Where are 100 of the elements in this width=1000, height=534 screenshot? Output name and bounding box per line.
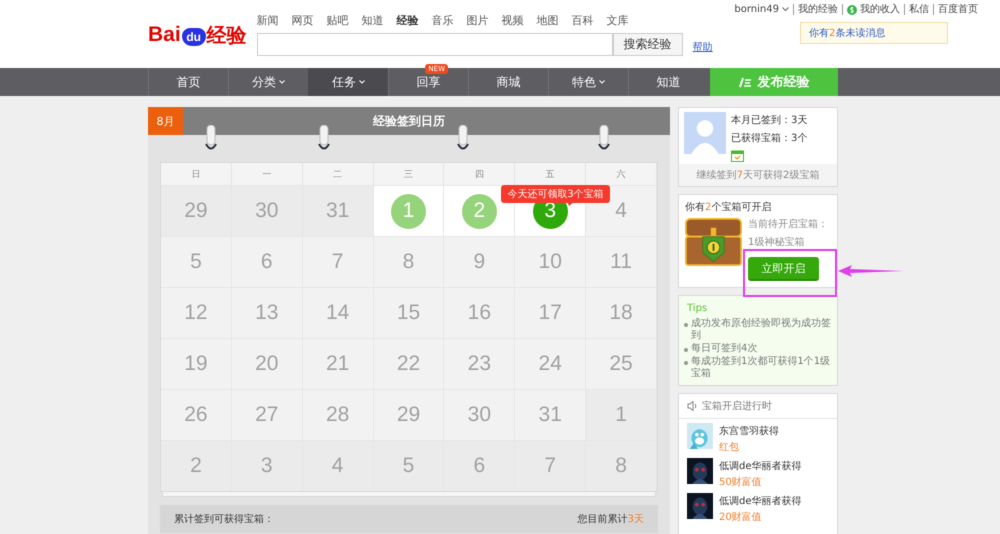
- calendar-day[interactable]: 6: [260, 250, 273, 274]
- calendar-day[interactable]: 4: [332, 454, 344, 478]
- calendar-day[interactable]: 5: [402, 454, 414, 478]
- caret-icon: [599, 80, 605, 84]
- calendar-day[interactable]: 30: [255, 199, 278, 223]
- tip-text: 每日可签到4次: [691, 343, 758, 355]
- calendar-day[interactable]: 11: [610, 250, 632, 274]
- notification-popup[interactable]: 你有2条未读消息: [800, 22, 948, 44]
- reward-text: 20财富值: [719, 510, 763, 524]
- calendar-day[interactable]: 7: [332, 250, 344, 274]
- calendar-day[interactable]: 18: [609, 301, 633, 325]
- open-button[interactable]: 立即开启: [748, 257, 819, 281]
- calendar-day[interactable]: 10: [538, 250, 562, 274]
- calendar-day[interactable]: 3: [260, 454, 273, 478]
- calendar-day[interactable]: 31: [326, 199, 350, 223]
- product-link[interactable]: 贴吧: [326, 13, 349, 28]
- calendar-day[interactable]: 12: [184, 301, 208, 325]
- bullet-icon: [684, 323, 688, 327]
- coin-icon: [847, 4, 857, 14]
- calendar-day[interactable]: 7: [544, 454, 556, 478]
- calendar-day[interactable]: 15: [396, 301, 420, 325]
- calendar-day[interactable]: 22: [396, 352, 420, 376]
- sign-in-hint: 继续签到7天可获得2级宝箱: [679, 164, 837, 186]
- publish-button[interactable]: 发布经验: [710, 68, 838, 96]
- reward-text: 红包: [719, 441, 740, 454]
- caret-icon: [359, 80, 365, 84]
- product-link[interactable]: 新闻: [256, 13, 279, 28]
- product-link[interactable]: 图片: [466, 13, 489, 28]
- speaker-icon: [687, 401, 698, 411]
- product-link[interactable]: 地图: [536, 13, 559, 28]
- tooltip-pointer-icon: [567, 201, 576, 206]
- nav-tab[interactable]: 知道: [628, 68, 708, 96]
- calendar-day[interactable]: 21: [326, 352, 350, 376]
- calendar-day[interactable]: 23: [468, 352, 492, 376]
- search-field[interactable]: [256, 33, 613, 56]
- calendar-day[interactable]: 8: [615, 454, 627, 478]
- user-link[interactable]: 我的经验: [793, 4, 842, 15]
- chest-name: 1级神秘宝箱: [748, 236, 806, 249]
- user-link[interactable]: 百度首页: [933, 4, 982, 15]
- signed-day[interactable]: 1: [390, 194, 426, 228]
- product-link[interactable]: 百科: [572, 13, 594, 28]
- product-link[interactable]: 网页: [292, 13, 314, 28]
- calendar-day[interactable]: 29: [184, 199, 208, 223]
- product-link[interactable]: 经验: [396, 13, 419, 28]
- nav-tab[interactable]: 特色: [548, 68, 628, 96]
- weekday-label: 四: [474, 168, 484, 180]
- calendar-day[interactable]: 1: [615, 403, 627, 427]
- binder-ring-icon: [318, 125, 330, 151]
- stat-text: 本月已签到：3天: [731, 114, 808, 127]
- search-button[interactable]: 搜索经验: [612, 33, 683, 56]
- user-link[interactable]: 我的收入: [842, 4, 904, 15]
- caret-icon: [279, 80, 285, 84]
- feed-title: 宝箱开启进行时: [702, 400, 772, 413]
- calendar-day[interactable]: 29: [396, 403, 420, 427]
- user-link[interactable]: 私信: [904, 4, 933, 15]
- calendar-day[interactable]: 14: [326, 301, 350, 325]
- product-link[interactable]: 文库: [606, 13, 629, 28]
- calendar-day[interactable]: 2: [190, 454, 202, 478]
- calendar-day[interactable]: 28: [326, 403, 350, 427]
- weekday-label: 五: [546, 168, 555, 180]
- stat-text: 已获得宝箱：3个: [731, 132, 808, 145]
- calendar-day[interactable]: 9: [474, 250, 486, 274]
- bullet-icon: [684, 361, 688, 365]
- calendar-day[interactable]: 17: [538, 301, 562, 325]
- weekday-label: 二: [333, 168, 342, 180]
- nav-tab[interactable]: 商城: [468, 68, 548, 96]
- weekday-label: 三: [404, 168, 413, 180]
- calendar-day[interactable]: 4: [615, 199, 627, 223]
- calendar-day[interactable]: 26: [184, 403, 208, 427]
- baidu-logo[interactable]: Bai du 经验: [148, 20, 247, 50]
- username-menu[interactable]: bornin49: [730, 4, 793, 15]
- calendar-day[interactable]: 24: [538, 352, 562, 376]
- winner-name: 低调de华丽者获得: [719, 494, 802, 508]
- calendar-day[interactable]: 5: [190, 250, 202, 274]
- weekday-label: 六: [616, 168, 626, 180]
- product-link[interactable]: 知道: [362, 13, 384, 28]
- binder-ring-icon: [457, 125, 469, 151]
- tooltip: 今天还可领取3个宝箱: [501, 185, 610, 203]
- calendar-day[interactable]: 19: [184, 352, 208, 376]
- signed-day[interactable]: 2: [462, 194, 497, 228]
- calendar-day[interactable]: 6: [474, 454, 486, 478]
- product-link[interactable]: 视频: [502, 13, 524, 28]
- product-link[interactable]: 音乐: [432, 13, 454, 28]
- weekday-label: 一: [262, 168, 272, 180]
- pencil-icon: [738, 76, 752, 88]
- help-link[interactable]: 帮助: [692, 40, 713, 54]
- total-days: 您目前累计3天: [578, 512, 644, 526]
- bullet-icon: [684, 348, 688, 352]
- tip-text: 成功发布原创经验即视为成功签到: [691, 318, 832, 342]
- calendar-day[interactable]: 30: [468, 403, 492, 427]
- calendar-day[interactable]: 20: [255, 352, 278, 376]
- calendar-day[interactable]: 13: [255, 301, 278, 325]
- calendar-day[interactable]: 27: [255, 403, 278, 427]
- nav-tab[interactable]: 首页: [148, 68, 228, 96]
- calendar-check-icon: [731, 149, 744, 162]
- calendar-day[interactable]: 25: [609, 352, 633, 376]
- calendar-day[interactable]: 31: [538, 403, 562, 427]
- calendar-day[interactable]: 8: [402, 250, 414, 274]
- nav-tab[interactable]: 任务: [308, 68, 388, 96]
- calendar-day[interactable]: 16: [468, 301, 492, 325]
